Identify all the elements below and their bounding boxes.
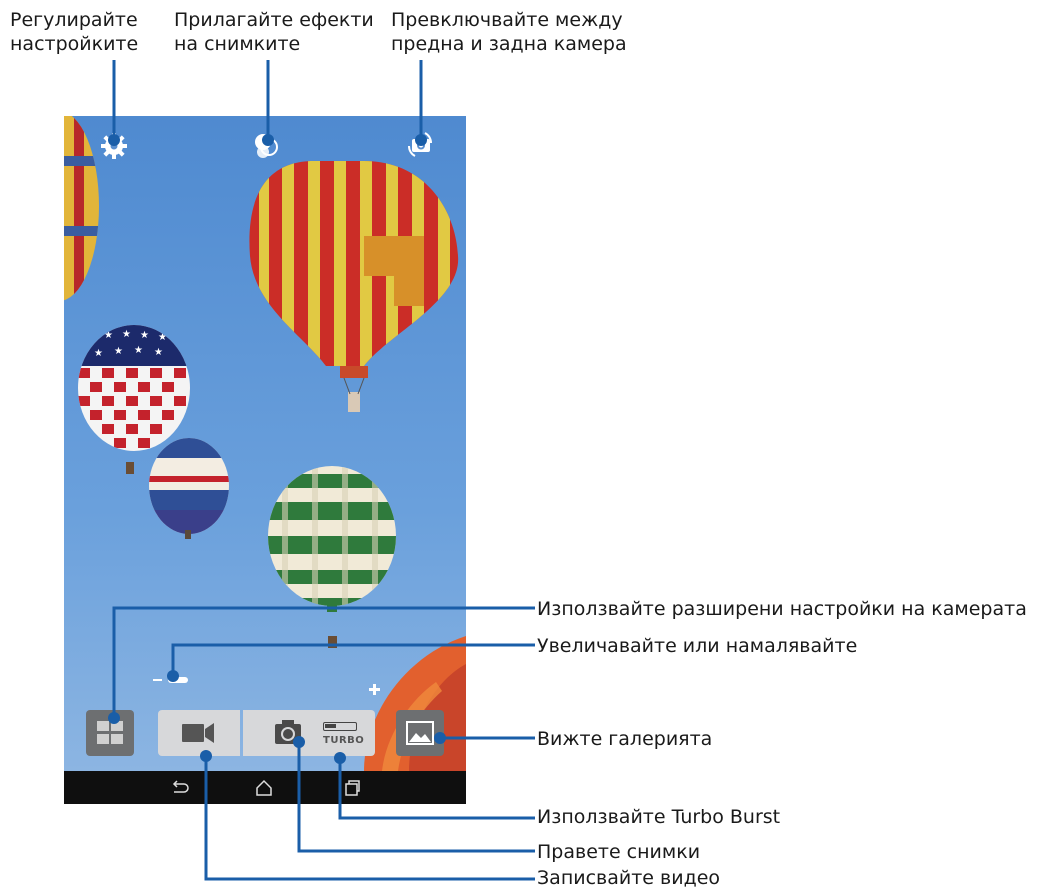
callout-take-photo: Правете снимки — [537, 841, 701, 863]
svg-text:★: ★ — [114, 346, 123, 357]
callout-zoom: Увеличавайте или намалявайте — [537, 635, 858, 657]
camera-icon — [275, 720, 301, 744]
gallery-button[interactable] — [396, 710, 444, 756]
callout-record-video: Записвайте видео — [537, 867, 721, 889]
callout-gallery: Вижте галерията — [537, 728, 713, 750]
svg-text:★: ★ — [154, 347, 163, 358]
turbo-label: TURBO — [323, 735, 365, 746]
camera-switch-icon[interactable] — [405, 130, 435, 160]
zoom-plus[interactable] — [369, 684, 380, 695]
gallery-icon — [406, 721, 434, 745]
recents-icon[interactable] — [342, 779, 362, 797]
advanced-settings-button[interactable] — [86, 710, 134, 756]
take-photo-button[interactable]: TURBO — [243, 710, 375, 756]
svg-text:★: ★ — [134, 345, 143, 356]
gear-icon[interactable] — [99, 131, 129, 161]
turbo-burst-toggle[interactable] — [323, 722, 357, 731]
svg-text:★: ★ — [94, 348, 103, 359]
video-camera-icon — [182, 723, 214, 743]
svg-text:★: ★ — [140, 330, 149, 341]
back-icon[interactable] — [169, 779, 189, 797]
callout-settings: Регулирайте настройките — [10, 9, 139, 55]
balloon-big-basket — [348, 392, 360, 412]
android-navigation-bar — [64, 771, 466, 804]
effects-icon[interactable] — [251, 130, 281, 160]
home-icon[interactable] — [254, 779, 274, 797]
callout-switch-camera: Превключвайте между предна и задна камер… — [391, 9, 627, 55]
callout-advanced-settings: Използвайте разширени настройки на камер… — [537, 598, 1027, 620]
zoom-minus[interactable] — [153, 679, 162, 681]
svg-text:★: ★ — [122, 329, 131, 340]
grid-icon — [97, 721, 123, 744]
zoom-slider-knob[interactable] — [168, 677, 188, 683]
callout-turbo-burst: Използвайте Turbo Burst — [537, 806, 781, 828]
camera-viewfinder[interactable]: ★★★★★★ ★★★★ — [64, 116, 466, 804]
viewfinder-scene: ★★★★★★ ★★★★ — [64, 116, 466, 771]
callout-effects: Прилагайте ефекти на снимките — [174, 9, 374, 55]
record-video-button[interactable] — [158, 710, 240, 756]
balloon-big-skirt — [340, 366, 368, 378]
